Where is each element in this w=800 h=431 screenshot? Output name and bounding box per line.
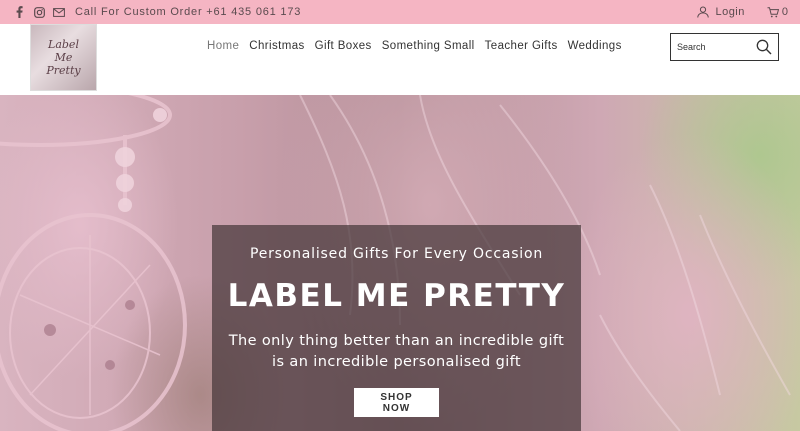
main-nav: Home Christmas Gift Boxes Something Smal… xyxy=(207,40,622,52)
nav-christmas[interactable]: Christmas xyxy=(249,40,304,52)
site-header: Label Me Pretty Home Christmas Gift Boxe… xyxy=(0,24,800,95)
search-box xyxy=(670,33,779,61)
shop-now-button[interactable]: SHOP NOW xyxy=(354,388,439,417)
hero-kicker: Personalised Gifts For Every Occasion xyxy=(249,246,544,262)
facebook-icon[interactable] xyxy=(9,5,29,19)
instagram-icon[interactable] xyxy=(29,5,49,19)
login-link[interactable]: Login xyxy=(697,6,744,18)
nav-home[interactable]: Home xyxy=(207,40,239,52)
nav-something-small[interactable]: Something Small xyxy=(382,40,475,52)
hero-title: LABEL ME PRETTY xyxy=(227,278,566,314)
email-icon[interactable] xyxy=(49,5,69,19)
logo-text: Label Me Pretty xyxy=(46,38,81,77)
user-icon xyxy=(697,6,710,18)
cart-count: 0 xyxy=(781,6,788,18)
shop-now-label: SHOP NOW xyxy=(380,391,413,414)
cart-link[interactable]: 0 xyxy=(767,6,788,18)
search-input[interactable] xyxy=(677,42,755,52)
custom-order-phone[interactable]: Call For Custom Order +61 435 061 173 xyxy=(75,6,301,18)
hero-banner: Personalised Gifts For Every Occasion LA… xyxy=(0,95,800,431)
announcement-bar: Call For Custom Order +61 435 061 173 Lo… xyxy=(0,0,800,24)
cart-icon xyxy=(767,6,779,17)
login-label: Login xyxy=(715,6,745,18)
social-links xyxy=(9,5,69,19)
nav-weddings[interactable]: Weddings xyxy=(568,40,622,52)
hero-tagline: The only thing better than an incredible… xyxy=(228,333,565,370)
site-logo[interactable]: Label Me Pretty xyxy=(30,24,97,91)
hero-overlay: Personalised Gifts For Every Occasion LA… xyxy=(212,225,581,431)
nav-teacher-gifts[interactable]: Teacher Gifts xyxy=(485,40,558,52)
nav-gift-boxes[interactable]: Gift Boxes xyxy=(315,40,372,52)
search-icon[interactable] xyxy=(756,39,772,60)
